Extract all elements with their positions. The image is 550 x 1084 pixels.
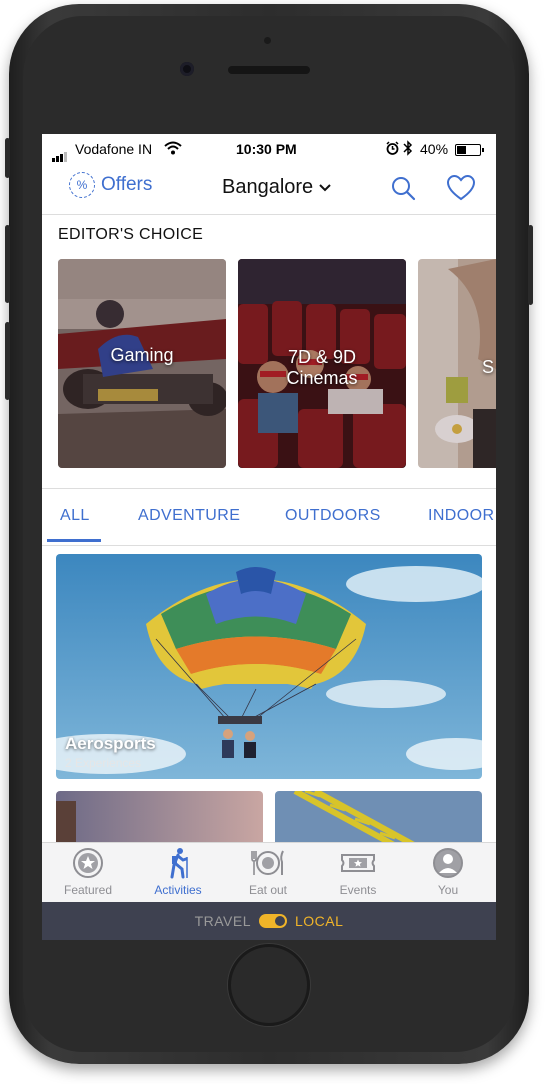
travel-label[interactable]: TRAVEL [195,913,251,929]
tab-all[interactable]: ALL [60,507,90,525]
nav-bar: % Offers Bangalore [42,166,496,215]
activity-card-title: Aerosports [65,734,156,753]
city-selector[interactable]: Bangalore [222,176,332,199]
editors-card-cinemas[interactable]: 7D & 9D Cinemas [238,259,406,468]
editors-card-spa[interactable]: S [418,259,496,468]
wifi-icon [164,141,182,155]
carrier-name: Vodafone IN [75,141,153,157]
editors-choice-carousel[interactable]: Gaming 7D & 9D Cinemas S [58,259,496,469]
tab-activities[interactable]: Activities [138,847,218,897]
tab-label: Featured [63,883,113,897]
editors-card-label: Gaming [110,345,174,365]
clock: 10:30 PM [236,141,297,157]
app-screen: Vodafone IN 10:30 PM 40% % Offers Bangal… [42,134,496,940]
power-button [528,225,533,305]
alarm-icon [386,141,399,155]
tab-adventure[interactable]: ADVENTURE [138,507,240,525]
travel-local-switch-bar: TRAVEL LOCAL [42,902,496,940]
tab-indoor[interactable]: INDOOR [428,507,494,525]
activity-card-aerosports[interactable]: Aerosports 2 Experiences [56,554,482,779]
home-button[interactable] [228,944,310,1026]
star-badge-icon [73,848,103,878]
tab-label: Activities [154,883,202,897]
editors-choice-title: EDITOR'S CHOICE [58,226,204,243]
plate-cutlery-icon [251,850,284,875]
percent-badge-icon: % [69,172,95,198]
search-icon[interactable] [390,175,416,201]
volume-down-button [5,322,10,400]
offers-label: Offers [101,174,153,195]
profile-icon [433,848,463,878]
status-bar: Vodafone IN 10:30 PM 40% [42,134,496,164]
mode-toggle-switch[interactable] [259,914,287,928]
tab-you[interactable]: You [408,847,488,897]
bluetooth-icon [403,140,413,156]
editors-card-label: 7D & 9D Cinemas [286,347,358,388]
bottom-tab-bar: Featured Activities Eat out Events You [42,842,496,903]
active-tab-indicator [47,539,101,542]
volume-up-button [5,225,10,303]
category-tabs: ALL ADVENTURE OUTDOORS INDOOR [42,488,496,546]
heart-icon[interactable] [446,174,476,202]
front-camera [180,62,194,76]
chevron-down-icon [319,184,331,192]
local-label[interactable]: LOCAL [295,913,343,929]
tab-outdoors[interactable]: OUTDOORS [285,507,381,525]
editors-card-gaming[interactable]: Gaming [58,259,226,468]
editors-card-label: S [482,357,495,377]
signal-strength-icon [52,146,68,162]
tab-events[interactable]: Events [318,847,398,897]
earpiece-speaker [228,66,310,74]
tab-eat-out[interactable]: Eat out [228,847,308,897]
tab-label: Eat out [248,883,288,897]
activity-card-subtitle: 2 Experiences [65,756,142,770]
hiker-icon [170,848,188,879]
battery-fill [457,146,466,154]
tab-label: Events [339,883,377,897]
offers-button[interactable]: % Offers [69,172,152,198]
battery-percent: 40% [420,141,449,157]
battery-icon [455,144,484,156]
tab-label: You [437,883,459,897]
mute-switch [5,138,10,178]
city-name: Bangalore [222,176,314,198]
proximity-sensor [264,37,271,44]
ticket-icon [341,854,375,872]
tab-featured[interactable]: Featured [48,847,128,897]
